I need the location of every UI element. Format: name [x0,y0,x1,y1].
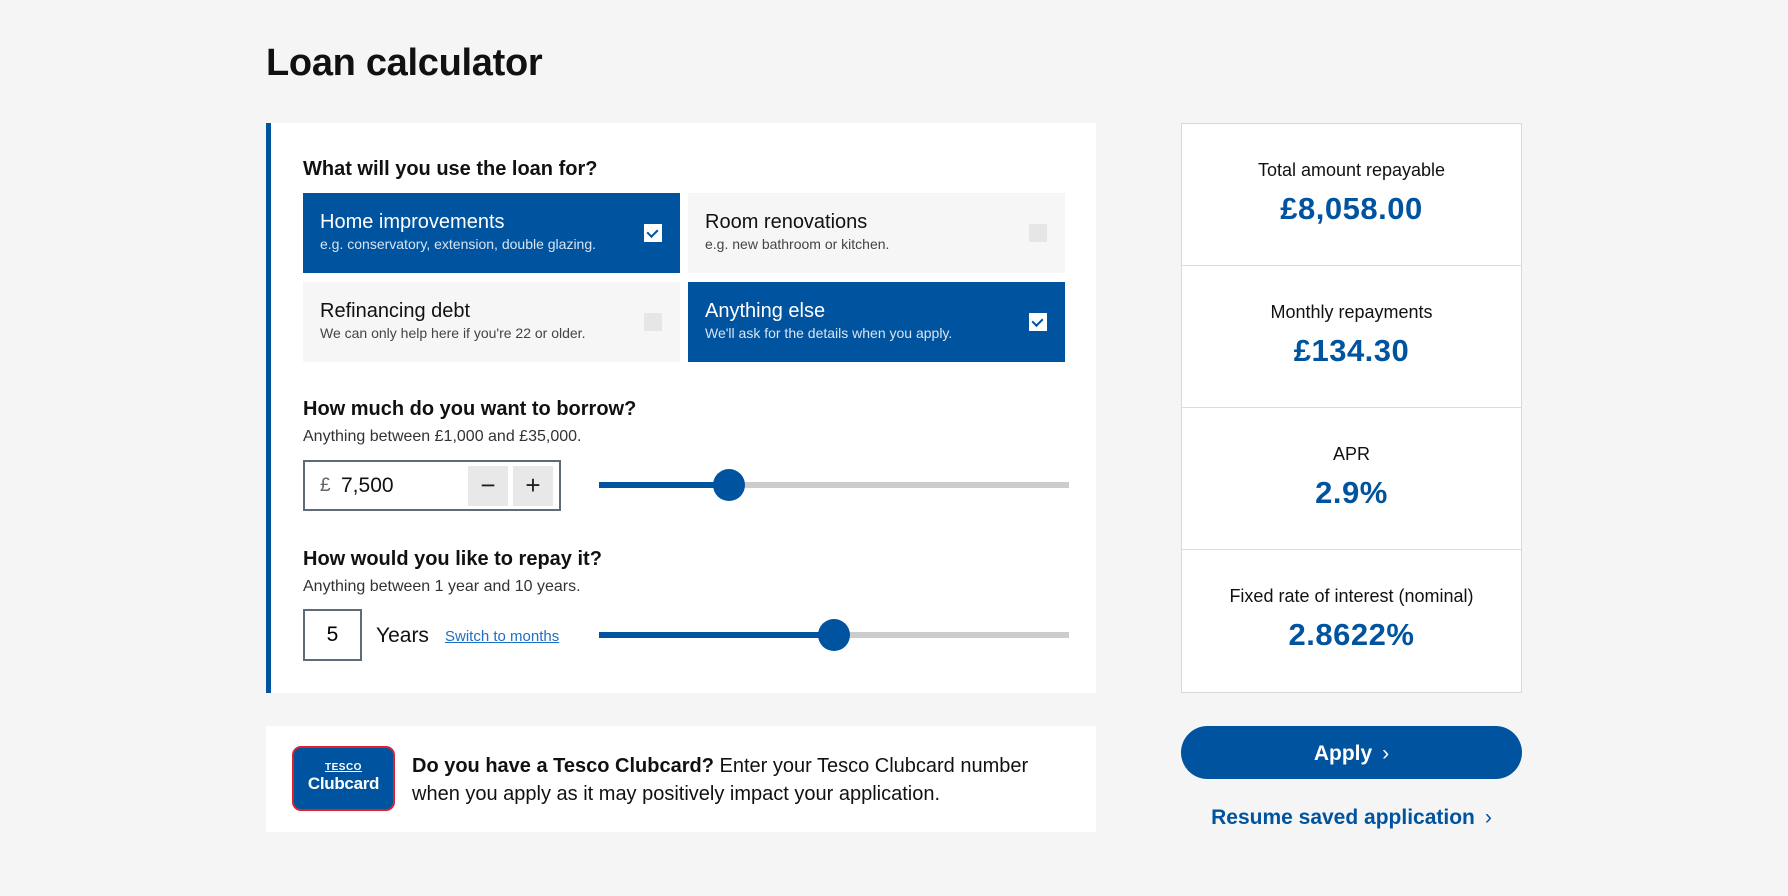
option-subtitle: e.g. new bathroom or kitchen. [705,236,890,252]
summary-value: £134.30 [1293,333,1410,368]
clubcard-message: Do you have a Tesco Clubcard? Enter your… [412,752,1072,808]
option-room-renovations[interactable]: Room renovations e.g. new bathroom or ki… [688,193,1065,273]
borrow-amount-slider[interactable] [599,469,1069,501]
summary-monthly-repayments: Monthly repayments £134.30 [1182,266,1521,408]
summary-label: Total amount repayable [1257,160,1446,180]
repay-question: How would you like to repay it? [303,548,602,570]
resume-saved-application-link[interactable]: Resume saved application › [1181,806,1522,830]
chevron-right-icon: › [1382,742,1390,765]
summary-apr: APR 2.9% [1182,408,1521,550]
option-refinancing-debt[interactable]: Refinancing debt We can only help here i… [303,282,680,362]
slider-thumb[interactable] [713,469,746,501]
checkbox-icon[interactable] [644,313,662,331]
clubcard-panel: TESCO Clubcard Do you have a Tesco Clubc… [266,726,1096,832]
summary-label: Fixed rate of interest (nominal) [1229,586,1474,606]
option-subtitle: We can only help here if you're 22 or ol… [320,325,586,341]
summary-label: APR [1332,444,1370,464]
amount-input[interactable] [341,474,451,498]
summary-value: 2.8622% [1288,617,1415,652]
slider-fill [599,632,834,638]
checkbox-icon[interactable] [1029,224,1047,242]
option-anything-else[interactable]: Anything else We'll ask for the details … [688,282,1065,362]
tesco-logo-text: TESCO [325,762,362,773]
checkbox-icon[interactable] [1029,313,1047,331]
currency-symbol: £ [320,475,331,496]
option-title: Refinancing debt [320,300,471,322]
decrement-button[interactable]: − [468,466,508,506]
repay-term-slider[interactable] [599,619,1069,651]
clubcard-logo-text: Clubcard [307,774,380,793]
option-title: Room renovations [705,211,868,233]
resume-label: Resume saved application [1211,806,1475,829]
switch-to-months-link[interactable]: Switch to months [445,628,559,645]
calculator-panel: What will you use the loan for? Home imp… [266,123,1096,693]
option-subtitle: e.g. conservatory, extension, double gla… [320,236,597,252]
increment-button[interactable]: + [513,466,553,506]
chevron-right-icon: › [1484,806,1492,829]
years-unit-label: Years [376,624,429,647]
summary-fixed-rate: Fixed rate of interest (nominal) 2.8622% [1182,550,1521,692]
summary-value: 2.9% [1315,475,1388,510]
option-title: Home improvements [320,211,505,233]
clubcard-question: Do you have a Tesco Clubcard? [412,755,714,777]
borrow-question: How much do you want to borrow? [303,398,637,420]
repay-hint: Anything between 1 year and 10 years. [303,578,581,595]
years-input[interactable] [303,609,362,661]
clubcard-logo: TESCO Clubcard [292,746,395,811]
option-title: Anything else [705,300,826,322]
amount-input-group: £ − + [303,460,561,511]
apply-label: Apply [1313,742,1373,765]
checkbox-icon[interactable] [644,224,662,242]
summary-label: Monthly repayments [1270,302,1433,322]
summary-total-repayable: Total amount repayable £8,058.00 [1182,124,1521,266]
borrow-hint: Anything between £1,000 and £35,000. [303,428,582,445]
summary-value: £8,058.00 [1280,191,1423,226]
page-title: Loan calculator [266,42,543,84]
slider-fill [599,482,730,488]
purpose-question: What will you use the loan for? [303,158,598,180]
slider-thumb[interactable] [818,619,850,651]
option-subtitle: We'll ask for the details when you apply… [705,325,953,341]
loan-summary-panel: Total amount repayable £8,058.00 Monthly… [1181,123,1522,693]
apply-button[interactable]: Apply › [1181,726,1522,779]
option-home-improvements[interactable]: Home improvements e.g. conservatory, ext… [303,193,680,273]
